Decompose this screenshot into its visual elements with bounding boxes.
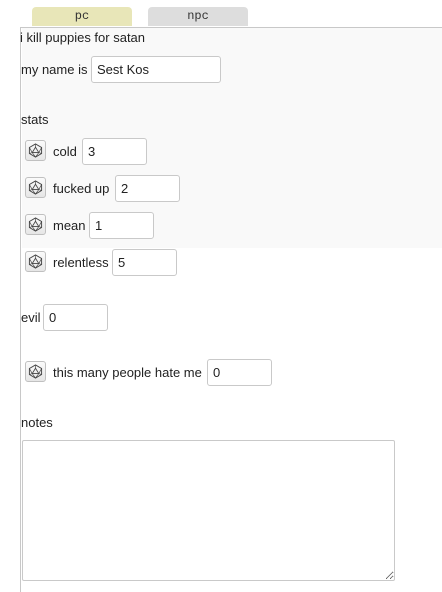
d20-dice-icon	[28, 217, 43, 232]
name-label: my name is	[21, 62, 88, 77]
d20-dice-icon	[28, 364, 43, 379]
stats-heading: stats	[21, 112, 49, 127]
tab-npc[interactable]: npc	[148, 7, 248, 26]
character-sheet: i kill puppies for satan my name is stat…	[20, 27, 442, 592]
notes-label: notes	[21, 415, 53, 430]
stat-input-mean[interactable]	[89, 212, 154, 239]
evil-input[interactable]	[43, 304, 108, 331]
hate-label: this many people hate me	[53, 365, 202, 380]
roll-hate-button[interactable]	[25, 361, 46, 382]
stat-label-mean: mean	[53, 218, 86, 233]
stat-label-cold: cold	[53, 144, 77, 159]
playbook-title: i kill puppies for satan	[20, 30, 146, 45]
notes-textarea[interactable]	[22, 440, 395, 581]
stat-input-relentless[interactable]	[112, 249, 177, 276]
d20-dice-icon	[28, 143, 43, 158]
stat-label-relentless: relentless	[53, 255, 109, 270]
hate-input[interactable]	[207, 359, 272, 386]
tab-bar: pc npc	[0, 0, 442, 27]
d20-dice-icon	[28, 254, 43, 269]
roll-mean-button[interactable]	[25, 214, 46, 235]
roll-cold-button[interactable]	[25, 140, 46, 161]
tab-pc[interactable]: pc	[32, 7, 132, 26]
name-input[interactable]	[91, 56, 221, 83]
roll-relentless-button[interactable]	[25, 251, 46, 272]
d20-dice-icon	[28, 180, 43, 195]
stat-label-fucked-up: fucked up	[53, 181, 110, 196]
stat-input-fucked-up[interactable]	[115, 175, 180, 202]
stat-input-cold[interactable]	[82, 138, 147, 165]
evil-label: evil	[21, 310, 41, 325]
roll-fucked-up-button[interactable]	[25, 177, 46, 198]
